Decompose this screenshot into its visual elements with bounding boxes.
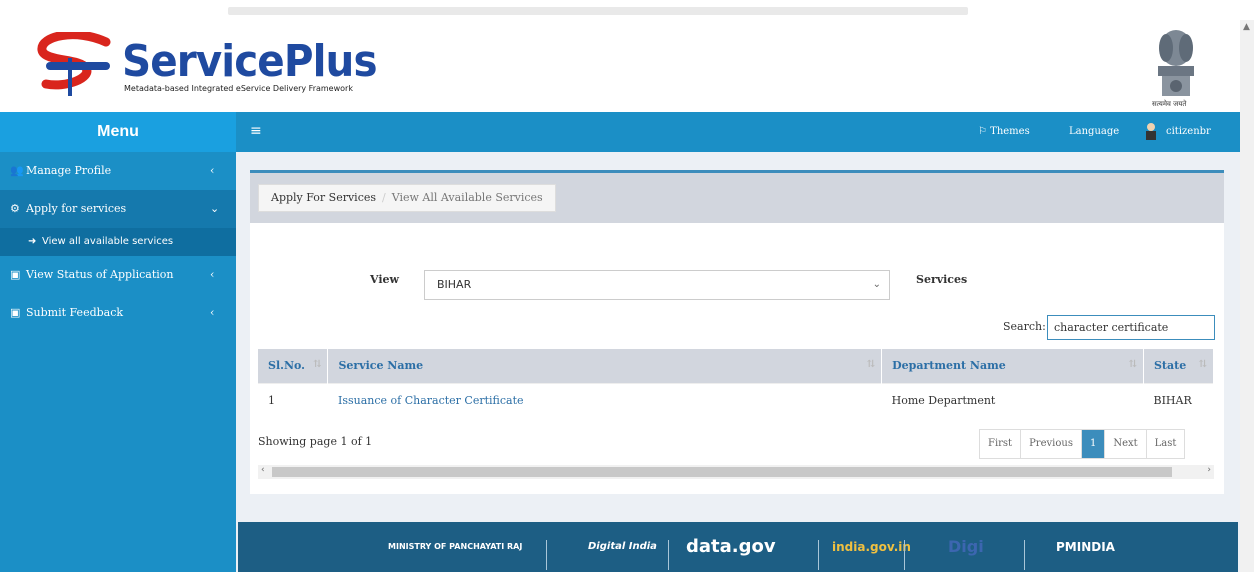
footer-logo-digilocker[interactable]: Digi xyxy=(948,522,984,572)
vertical-scrollbar[interactable]: ▲ xyxy=(1240,20,1254,572)
scroll-left-icon[interactable]: ‹ xyxy=(261,465,265,475)
chevron-left-icon: ‹ xyxy=(210,306,215,319)
services-table: Sl.No. ⇅ Service Name ⇅ Department Name ⇅ S… xyxy=(258,349,1215,417)
sort-icon: ⇅ xyxy=(1128,359,1137,370)
breadcrumb-root[interactable]: Apply For Services xyxy=(271,191,376,204)
chevron-down-icon: ⌄ xyxy=(210,202,220,215)
footer-logo-panchayati-raj[interactable]: MINISTRY OF PANCHAYATI RAJ xyxy=(388,522,522,572)
service-link[interactable]: Issuance of Character Certificate xyxy=(338,394,524,407)
last-page-button[interactable]: Last xyxy=(1146,430,1185,458)
footer-logo-digital-india[interactable]: Digital India xyxy=(588,522,657,572)
horizontal-scrollbar[interactable]: ‹ › xyxy=(258,465,1214,479)
state-select-value: BIHAR xyxy=(437,278,472,291)
footer-logo-pmindia[interactable]: PMINDIA xyxy=(1056,522,1115,572)
language-link[interactable]: Language xyxy=(1069,126,1119,137)
avatar[interactable] xyxy=(1144,122,1158,140)
sidebar-item-label: View Status of Application xyxy=(26,268,174,281)
sidebar-item-submit-feedback[interactable]: ▣ Submit Feedback ‹ xyxy=(0,294,236,332)
footer-logo-data-gov[interactable]: data.gov xyxy=(686,522,776,572)
search-label: Search: xyxy=(1003,320,1046,333)
breadcrumb-current: View All Available Services xyxy=(391,191,543,204)
page-info: Showing page 1 of 1 xyxy=(258,435,373,448)
table-row: 1 Issuance of Character Certificate Home… xyxy=(258,382,1214,417)
chevron-left-icon: ‹ xyxy=(210,268,215,281)
comment-icon: ▣ xyxy=(10,306,21,319)
column-header-slno[interactable]: Sl.No. ⇅ xyxy=(258,349,329,383)
cell-service-name[interactable]: Issuance of Character Certificate xyxy=(327,382,882,417)
logo-subtitle: Metadata-based Integrated eService Deliv… xyxy=(124,84,353,93)
sort-icon: ⇅ xyxy=(866,359,876,370)
sidebar-item-view-status[interactable]: ▣ View Status of Application ‹ xyxy=(0,256,236,294)
cell-department: Home Department xyxy=(881,382,1144,417)
chevron-left-icon: ‹ xyxy=(210,164,215,177)
menu-title: Menu xyxy=(0,112,236,152)
box-header: Apply For Services / View All Available Se… xyxy=(250,173,1224,223)
column-header-department[interactable]: Department Name ⇅ xyxy=(881,349,1144,383)
column-header-service-name[interactable]: Service Name ⇅ xyxy=(327,349,883,383)
scroll-up-icon[interactable]: ▲ xyxy=(1243,22,1250,32)
previous-page-button[interactable]: Previous xyxy=(1021,430,1082,458)
sidebar-item-label: Manage Profile xyxy=(26,164,112,177)
tab-bar xyxy=(228,7,968,15)
state-select[interactable]: BIHAR ⌄ xyxy=(424,270,890,300)
footer-logo-india-gov[interactable]: india.gov.in xyxy=(832,522,911,572)
search-input[interactable]: character certificate xyxy=(1047,315,1215,340)
sort-icon: ⇅ xyxy=(1198,359,1207,370)
browser-top-strip xyxy=(0,0,1254,20)
cell-slno: 1 xyxy=(258,382,328,417)
footer-logos: MINISTRY OF PANCHAYATI RAJ Digital India… xyxy=(238,522,1238,572)
sidebar-item-apply-for-services[interactable]: ⚙ Apply for services ⌄ xyxy=(0,190,236,228)
first-page-button[interactable]: First xyxy=(980,430,1022,458)
sort-icon: ⇅ xyxy=(313,359,322,370)
emblem-caption: सत्यमेव जयते xyxy=(1152,100,1187,108)
sidebar-item-manage-profile[interactable]: 👥 Manage Profile ‹ xyxy=(0,152,236,190)
hamburger-icon[interactable]: ≡ xyxy=(250,123,262,139)
scroll-right-icon[interactable]: › xyxy=(1207,465,1211,475)
sidebar: Menu 👥 Manage Profile ‹ ⚙ Apply for serv… xyxy=(0,112,236,572)
users-icon: 👥 xyxy=(10,164,24,177)
themes-label: Themes xyxy=(990,126,1030,137)
pagination: First Previous 1 Next Last xyxy=(979,429,1186,459)
chevron-down-icon: ⌄ xyxy=(872,279,881,290)
services-box: Apply For Services / View All Available Se… xyxy=(250,170,1224,494)
scroll-thumb[interactable] xyxy=(272,467,1172,477)
page-1-button[interactable]: 1 xyxy=(1081,430,1106,458)
services-label: Services xyxy=(916,273,968,286)
sidebar-subitem-view-all-services[interactable]: ➜ View all available services xyxy=(0,228,236,256)
circle-arrow-icon: ➜ xyxy=(28,236,37,247)
next-page-button[interactable]: Next xyxy=(1105,430,1147,458)
logo-title: ServicePlus xyxy=(122,36,378,87)
list-icon: ▣ xyxy=(10,268,21,281)
username[interactable]: citizenbr xyxy=(1166,126,1211,137)
themes-link[interactable]: ⚐ Themes xyxy=(978,126,1030,137)
cell-state: BIHAR xyxy=(1143,382,1214,417)
site-header: ServicePlus Metadata-based Integrated eS… xyxy=(0,20,1240,112)
sidebar-subitem-label: View all available services xyxy=(42,236,174,247)
top-navbar: ≡ ⚐ Themes Language citizenbr xyxy=(236,112,1240,152)
view-label: View xyxy=(370,273,399,286)
serviceplus-logo-icon xyxy=(37,32,111,96)
sidebar-item-label: Submit Feedback xyxy=(26,306,124,319)
column-header-state[interactable]: State ⇅ xyxy=(1143,349,1215,383)
breadcrumb: Apply For Services / View All Available Se… xyxy=(258,184,556,212)
sidebar-item-label: Apply for services xyxy=(26,202,127,215)
flag-icon: ⚐ xyxy=(978,126,991,137)
cogs-icon: ⚙ xyxy=(10,202,20,215)
national-emblem-icon xyxy=(1158,30,1194,96)
